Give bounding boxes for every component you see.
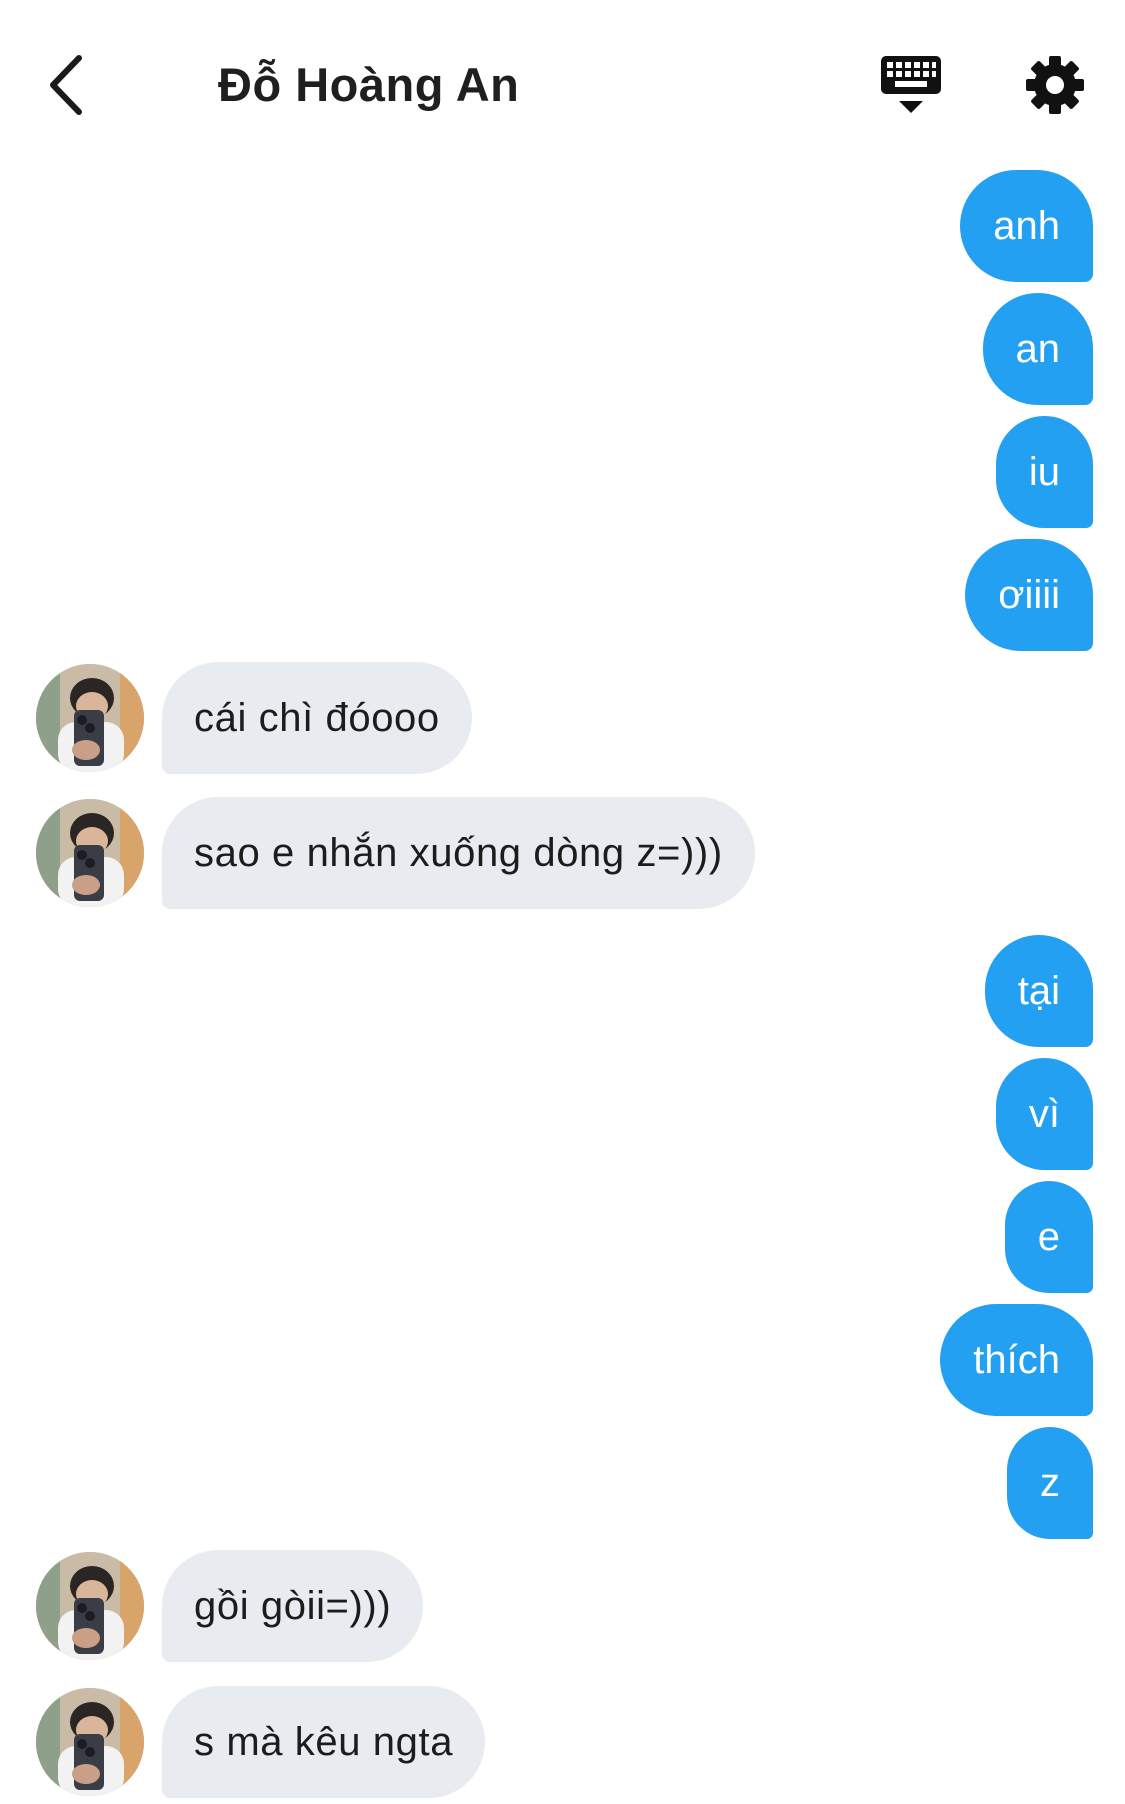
outgoing-message[interactable]: tại [984,935,1093,1047]
incoming-message[interactable]: gồi gòii=))) [162,1550,424,1662]
outgoing-message[interactable]: z [1007,1427,1093,1539]
outgoing-message[interactable]: thích [940,1304,1093,1416]
message-row: vì [0,1058,1125,1170]
chevron-left-icon [50,55,82,115]
message-row: e [0,1181,1125,1293]
message-row: thích [0,1304,1125,1416]
outgoing-message[interactable]: anh [960,170,1093,282]
outgoing-message[interactable]: iu [995,416,1093,528]
message-row: gồi gòii=))) [0,1550,1125,1662]
incoming-message[interactable]: sao e nhắn xuống dòng z=))) [162,797,755,909]
message-row: ơiiii [0,539,1125,651]
avatar[interactable] [36,1688,144,1796]
contact-name[interactable]: Đỗ Hoàng An [218,54,519,116]
incoming-message[interactable]: s mà kêu ngta [162,1686,486,1798]
message-row: cái chì đóooo [0,662,1125,774]
outgoing-message[interactable]: ơiiii [965,539,1093,651]
message-row: s mà kêu ngta [0,1686,1125,1798]
message-row: z [0,1427,1125,1539]
outgoing-message[interactable]: e [1004,1181,1093,1293]
chat-header: Đỗ Hoàng An [0,0,1125,150]
incoming-message[interactable]: cái chì đóooo [162,662,472,774]
message-row: an [0,293,1125,405]
message-row: iu [0,416,1125,528]
message-row: anh [0,170,1125,282]
keyboard-toggle-button[interactable] [878,52,944,118]
message-row: sao e nhắn xuống dòng z=))) [0,797,1125,909]
avatar[interactable] [36,1552,144,1660]
gear-icon [1026,56,1084,114]
settings-button[interactable] [1023,53,1087,117]
avatar[interactable] [36,799,144,907]
outgoing-message[interactable]: an [982,293,1093,405]
avatar[interactable] [36,664,144,772]
back-button[interactable] [40,50,90,120]
outgoing-message[interactable]: vì [995,1058,1093,1170]
keyboard-hide-icon [881,56,941,113]
message-row: tại [0,935,1125,1047]
